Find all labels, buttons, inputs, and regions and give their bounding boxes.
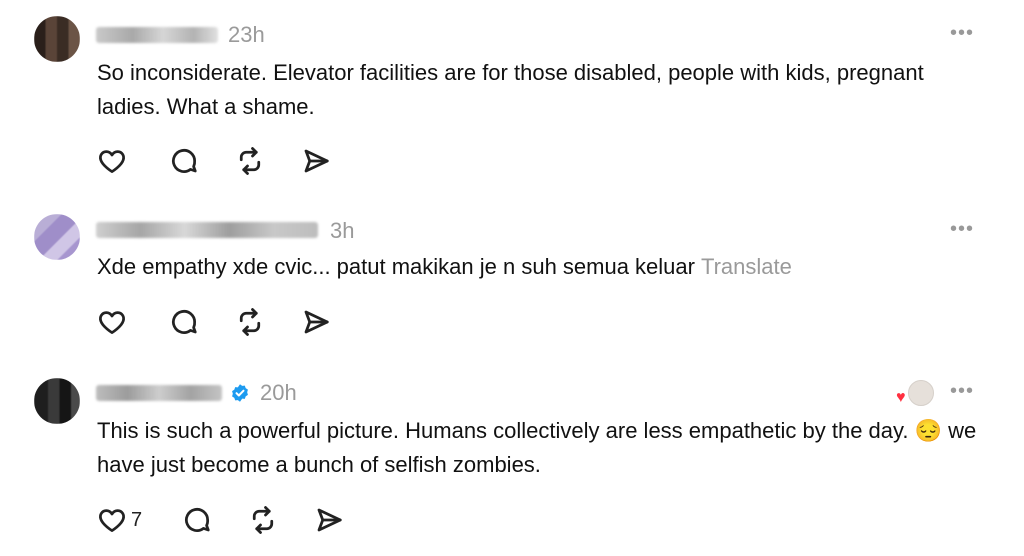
- comment-text: This is such a powerful picture. Humans …: [97, 418, 977, 477]
- share-button[interactable]: [314, 505, 344, 535]
- username-blurred[interactable]: [96, 222, 318, 238]
- translate-link[interactable]: Translate: [701, 254, 792, 279]
- heart-icon: [99, 311, 125, 334]
- repost-button[interactable]: [235, 146, 265, 176]
- more-options-button[interactable]: •••: [950, 218, 974, 241]
- comment-text: So inconsiderate. Elevator facilities ar…: [97, 60, 924, 119]
- share-button[interactable]: [301, 146, 331, 176]
- comment-text: Xde empathy xde cvic... patut makikan je…: [97, 250, 977, 284]
- send-icon: [304, 310, 329, 334]
- comment-text-content: Xde empathy xde cvic... patut makikan je…: [97, 254, 695, 279]
- action-bar: [97, 146, 331, 176]
- action-bar: 7: [97, 505, 344, 535]
- username-blurred[interactable]: [96, 27, 218, 43]
- action-bar: [97, 307, 331, 337]
- post-timestamp: 3h: [330, 218, 355, 243]
- avatar[interactable]: [34, 378, 80, 424]
- share-button[interactable]: [301, 307, 331, 337]
- comment-icon: [185, 508, 210, 532]
- more-options-button[interactable]: •••: [950, 22, 974, 45]
- username-blurred[interactable]: [96, 385, 222, 401]
- avatar[interactable]: [34, 16, 80, 62]
- more-options-button[interactable]: •••: [950, 380, 974, 403]
- comment-icon: [172, 149, 197, 173]
- author-liked-heart-icon: ♥: [896, 389, 906, 406]
- verified-badge-icon: [232, 384, 248, 402]
- repost-icon: [253, 506, 274, 534]
- reply-button[interactable]: [169, 307, 199, 337]
- repost-button[interactable]: [235, 307, 265, 337]
- reply-button[interactable]: [169, 146, 199, 176]
- send-icon: [317, 508, 342, 532]
- heart-icon: [99, 509, 125, 532]
- like-button[interactable]: [97, 307, 127, 337]
- post-timestamp: 23h: [228, 22, 265, 47]
- heart-icon: [99, 150, 125, 173]
- comment-icon: [172, 310, 197, 334]
- like-button[interactable]: 7: [97, 505, 142, 535]
- post-timestamp: 20h: [260, 380, 297, 405]
- avatar[interactable]: [34, 214, 80, 260]
- send-icon: [304, 149, 329, 173]
- reply-button[interactable]: [182, 505, 212, 535]
- repost-button[interactable]: [248, 505, 278, 535]
- like-button[interactable]: [97, 146, 127, 176]
- comment-thread: 23h ••• So inconsiderate. Elevator facil…: [0, 0, 1024, 556]
- like-count: 7: [131, 508, 143, 531]
- liked-by-avatar[interactable]: [908, 380, 934, 406]
- repost-icon: [239, 147, 261, 175]
- repost-icon: [239, 308, 261, 336]
